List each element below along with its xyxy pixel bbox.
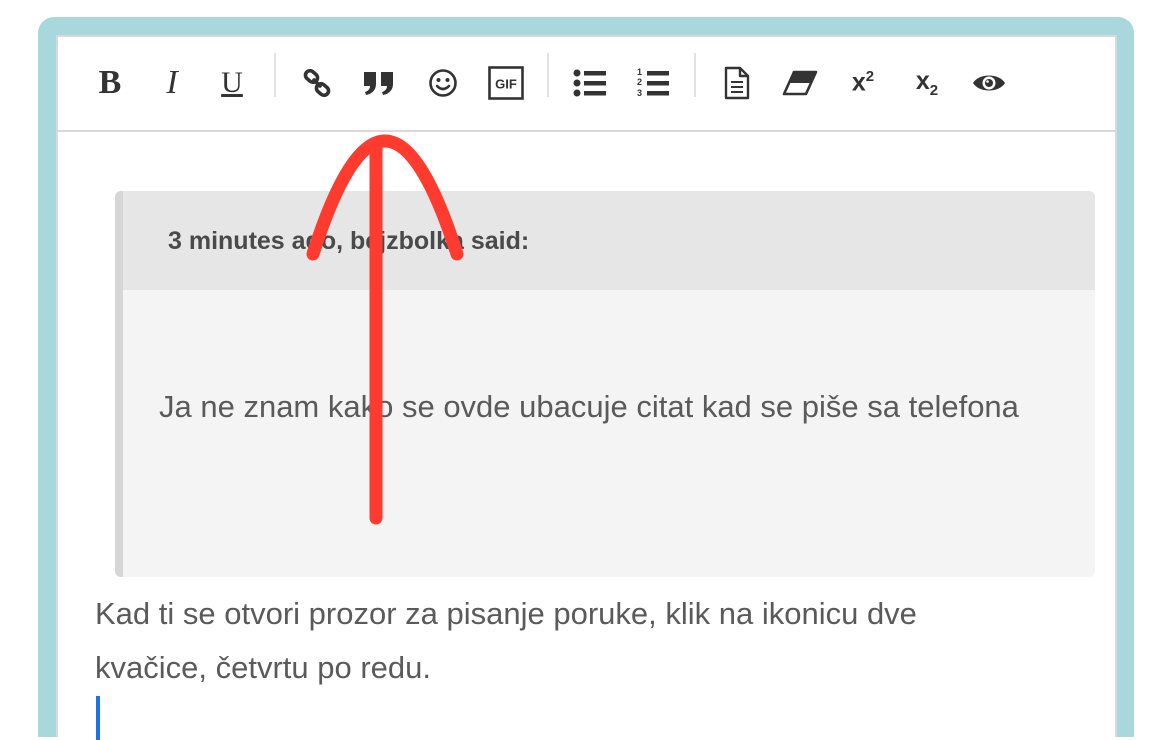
numbered-list-icon: 1 2 3 xyxy=(637,67,669,98)
reply-text: Kad ti se otvori prozor za pisanje poruk… xyxy=(95,596,917,685)
eye-icon xyxy=(973,75,1005,91)
emoji-button[interactable] xyxy=(424,59,462,107)
toolbar-separator xyxy=(694,53,696,97)
italic-icon: I xyxy=(166,64,178,101)
italic-button[interactable]: I xyxy=(154,59,190,107)
link-icon xyxy=(303,68,331,98)
subscript-base: x xyxy=(915,67,930,95)
superscript-icon: x2 xyxy=(852,68,874,97)
clear-format-button[interactable] xyxy=(780,59,820,107)
superscript-base: x xyxy=(851,68,866,97)
eraser-icon xyxy=(782,70,818,96)
bold-icon: B xyxy=(98,64,122,101)
smiley-icon xyxy=(429,69,457,97)
list-number: 1 xyxy=(637,67,642,77)
subscript-index: 2 xyxy=(929,82,939,99)
subscript-icon: x2 xyxy=(916,67,938,99)
quote-header: 3 minutes ago, bejzbolka said: xyxy=(123,191,1095,290)
numbered-list-button[interactable]: 1 2 3 xyxy=(633,59,673,107)
document-icon xyxy=(724,66,750,100)
superscript-exponent: 2 xyxy=(865,68,875,86)
quote-icon xyxy=(364,72,393,95)
toolbar-separator xyxy=(547,53,549,97)
quote-block: 3 minutes ago, bejzbolka said: Ja ne zna… xyxy=(115,191,1095,577)
preview-button[interactable] xyxy=(968,59,1010,107)
underline-icon: U xyxy=(221,66,243,99)
gif-label: GIF xyxy=(495,77,517,92)
quote-citation: 3 minutes ago, bejzbolka said: xyxy=(168,227,530,255)
editor-frame: B I U GIF 1 2 3 x2 x2 3 minutes ago, bej… xyxy=(38,17,1134,740)
document-button[interactable] xyxy=(718,59,756,107)
bullet-list-icon xyxy=(573,69,606,97)
gif-icon: GIF xyxy=(488,66,524,100)
text-cursor xyxy=(96,696,100,740)
list-number: 3 xyxy=(637,88,642,98)
quote-border xyxy=(115,191,123,577)
editor-toolbar: B I U GIF 1 2 3 x2 x2 xyxy=(58,37,1115,132)
quote-body: Ja ne znam kako se ovde ubacuje citat ka… xyxy=(159,389,1019,424)
subscript-button[interactable]: x2 xyxy=(906,59,948,107)
toolbar-separator xyxy=(274,53,276,97)
quote-button[interactable] xyxy=(360,59,398,107)
superscript-button[interactable]: x2 xyxy=(842,59,884,107)
bullet-list-button[interactable] xyxy=(570,59,610,107)
bold-button[interactable]: B xyxy=(92,59,128,107)
editor[interactable]: B I U GIF 1 2 3 x2 x2 3 minutes ago, bej… xyxy=(56,35,1117,740)
underline-button[interactable]: U xyxy=(214,59,250,107)
link-button[interactable] xyxy=(298,59,336,107)
list-number: 2 xyxy=(637,77,642,87)
gif-button[interactable]: GIF xyxy=(486,59,526,107)
